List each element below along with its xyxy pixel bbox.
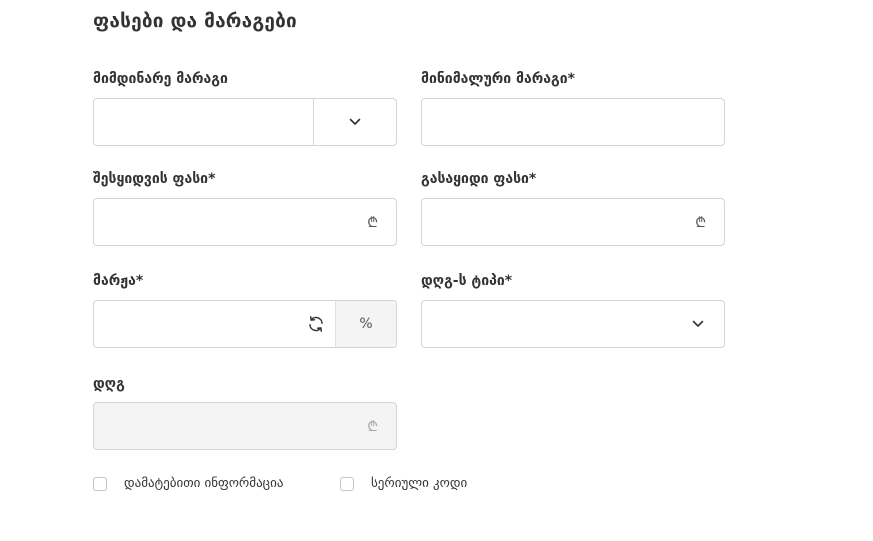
- purchase-price-field: ₾: [93, 198, 397, 246]
- sale-price-label: გასაყიდი ფასი*: [421, 171, 537, 187]
- additional-info-label: დამატებითი ინფორმაცია: [124, 476, 284, 491]
- current-stock-dropdown-button[interactable]: [314, 99, 396, 145]
- lari-currency-icon: ₾: [695, 214, 706, 231]
- sale-price-input[interactable]: [422, 199, 672, 245]
- percent-addon: %: [335, 301, 396, 347]
- serial-code-label: სერიული კოდი: [371, 476, 468, 491]
- margin-field: %: [93, 300, 397, 348]
- vat-type-select[interactable]: [421, 300, 725, 348]
- prices-and-stock-form: ფასები და მარაგები მიმდინარე მარაგი მინი…: [0, 0, 873, 541]
- purchase-price-input[interactable]: [94, 199, 344, 245]
- vat-type-label: დღგ-ს ტიპი*: [421, 273, 513, 289]
- vat-type-value: [422, 301, 672, 347]
- lari-currency-icon: ₾: [367, 418, 378, 435]
- additional-info-option[interactable]: დამატებითი ინფორმაცია: [93, 476, 283, 491]
- serial-code-checkbox[interactable]: [340, 476, 354, 491]
- purchase-price-label: შესყიდვის ფასი*: [93, 171, 216, 187]
- margin-label: მარჟა*: [93, 273, 144, 289]
- sale-price-field: ₾: [421, 198, 725, 246]
- chevron-down-icon: [692, 320, 704, 327]
- vat-input: [94, 403, 344, 449]
- vat-type-dropdown-button[interactable]: [686, 301, 710, 347]
- additional-info-checkbox[interactable]: [93, 476, 107, 491]
- vat-label: დღგ: [93, 376, 125, 392]
- current-stock-label: მიმდინარე მარაგი: [93, 71, 228, 87]
- minimum-stock-input[interactable]: [422, 99, 724, 145]
- section-title: ფასები და მარაგები: [93, 10, 297, 32]
- margin-input[interactable]: [94, 301, 294, 347]
- current-stock-field: [93, 98, 397, 146]
- minimum-stock-label: მინიმალური მარაგი*: [421, 71, 575, 87]
- lari-currency-icon: ₾: [367, 214, 378, 231]
- chevron-down-icon: [349, 118, 361, 125]
- refresh-icon: [309, 316, 323, 332]
- minimum-stock-field: [421, 98, 725, 146]
- recalculate-margin-button[interactable]: [296, 301, 336, 347]
- vat-field: ₾: [93, 402, 397, 450]
- current-stock-input[interactable]: [94, 99, 313, 145]
- serial-code-option[interactable]: სერიული კოდი: [340, 476, 467, 491]
